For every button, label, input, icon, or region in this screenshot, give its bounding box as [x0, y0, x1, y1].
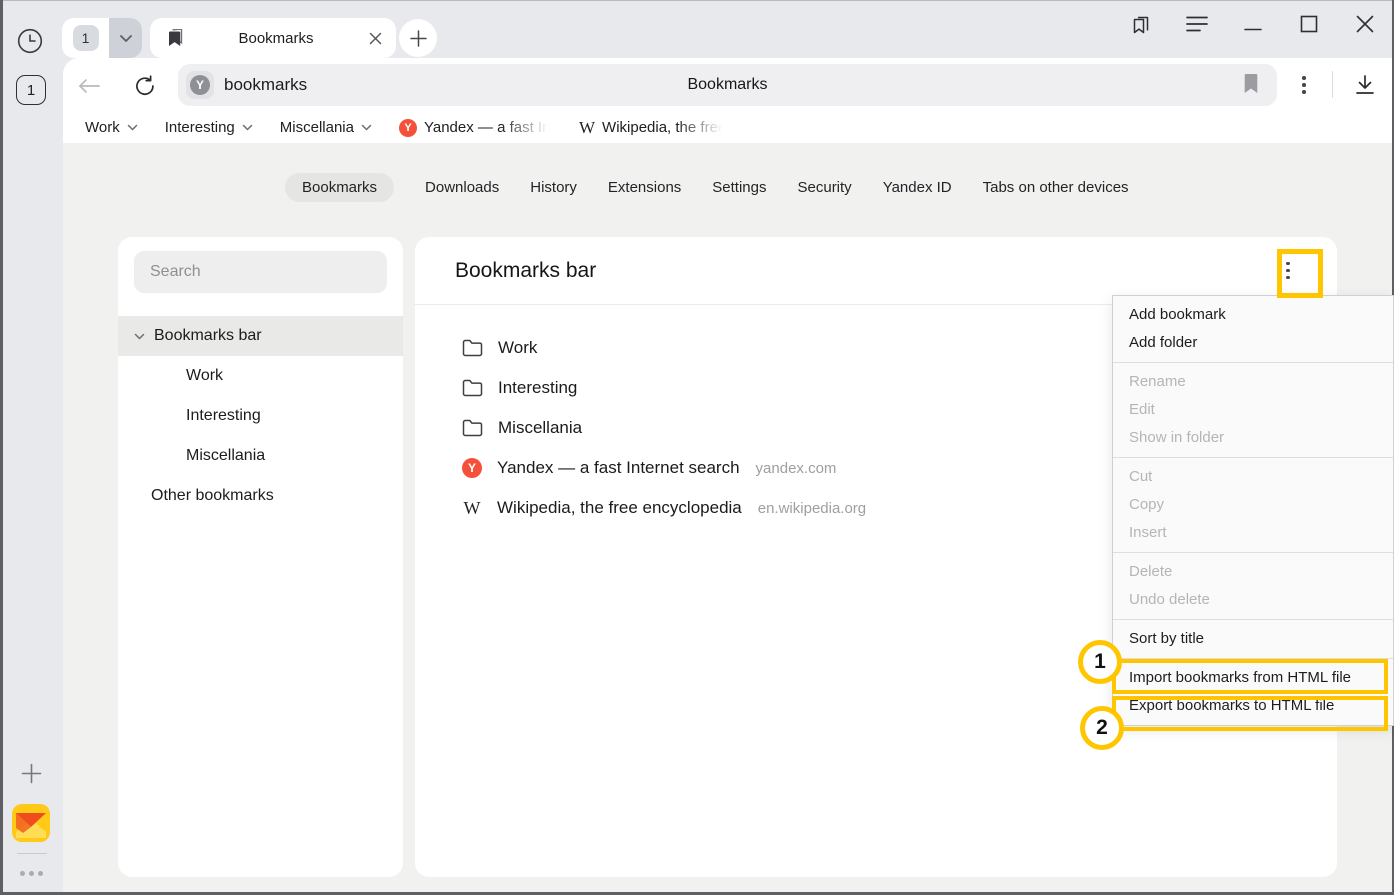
wikipedia-favicon: W [579, 118, 595, 138]
tab-bookmarks[interactable]: Bookmarks [285, 173, 394, 202]
bookmarks-stack-icon [1129, 12, 1153, 36]
bookmarks-bar-folder-work[interactable]: Work [85, 119, 138, 136]
tab-settings[interactable]: Settings [712, 179, 766, 196]
maximize-icon [1300, 15, 1318, 33]
close-window-button[interactable] [1352, 11, 1378, 37]
hamburger-menu-icon [1186, 15, 1208, 33]
tree-item-other-bookmarks[interactable]: Other bookmarks [118, 476, 403, 516]
toolbar-divider [1332, 71, 1333, 98]
tab-downloads[interactable]: Downloads [425, 179, 499, 196]
folders-sidebar: Bookmarks bar Work Interesting Miscellan… [118, 237, 403, 877]
downloads-button[interactable] [1351, 71, 1379, 99]
menu-item-copy: Copy [1113, 491, 1393, 519]
address-page-title: Bookmarks [178, 64, 1277, 106]
bookmark-url: yandex.com [756, 460, 837, 477]
yandex-favicon: Y [462, 458, 482, 478]
chevron-down-icon [119, 34, 133, 43]
history-clock-icon[interactable] [17, 28, 43, 54]
tree-item-interesting[interactable]: Interesting [118, 396, 403, 436]
maximize-button[interactable] [1296, 11, 1322, 37]
browser-window: 1 1 Bookmarks [0, 0, 1394, 895]
minimize-button[interactable] [1240, 11, 1266, 37]
highlight-box-export [1112, 696, 1388, 731]
menu-item-rename: Rename [1113, 368, 1393, 396]
close-icon [1356, 15, 1374, 33]
bookmark-favicon-icon [168, 29, 183, 47]
wikipedia-favicon: W [462, 498, 482, 519]
tree-item-work[interactable]: Work [118, 356, 403, 396]
folder-icon [462, 339, 483, 357]
reload-button[interactable] [131, 72, 159, 100]
callout-badge-1: 1 [1078, 640, 1122, 684]
menu-item-add-folder[interactable]: Add folder [1113, 329, 1393, 357]
folder-icon [462, 419, 483, 437]
highlight-box-kebab [1277, 249, 1323, 298]
rail-more-button[interactable] [20, 871, 43, 876]
bookmarks-bar-folder-interesting[interactable]: Interesting [165, 119, 253, 136]
rail-add-button[interactable] [21, 763, 42, 784]
close-tab-icon[interactable] [369, 32, 382, 45]
chevron-down-icon [361, 124, 372, 131]
tab-list-dropdown[interactable] [109, 18, 142, 58]
browser-chrome: Y bookmarks Bookmarks Work Interesting [63, 58, 1392, 143]
bookmarks-bar-link-yandex[interactable]: Y Yandex — a fast Int [399, 119, 552, 137]
tree-item-bookmarks-bar[interactable]: Bookmarks bar [118, 316, 403, 356]
tab-extensions[interactable]: Extensions [608, 179, 681, 196]
manager-nav-tabs: Bookmarks Downloads History Extensions S… [285, 171, 1129, 203]
tab-group-counter[interactable]: 1 [62, 18, 109, 58]
menu-item-sort-by-title[interactable]: Sort by title [1113, 625, 1393, 653]
download-icon [1354, 74, 1376, 96]
plus-icon [21, 763, 42, 784]
search-input[interactable] [134, 251, 387, 293]
chevron-down-icon [127, 124, 138, 131]
rail-divider [17, 853, 47, 854]
highlight-box-import [1112, 659, 1388, 694]
browser-tab-bookmarks[interactable]: Bookmarks [150, 18, 396, 58]
add-bookmark-flag-button[interactable] [1243, 73, 1259, 94]
sidebar-tab-count-button[interactable]: 1 [16, 75, 46, 105]
tab-security[interactable]: Security [798, 179, 852, 196]
back-button[interactable] [75, 72, 103, 100]
mail-envelope-icon [12, 804, 50, 842]
callout-badge-2: 2 [1080, 706, 1124, 750]
menu-item-edit: Edit [1113, 396, 1393, 424]
tab-history[interactable]: History [530, 179, 577, 196]
rail-tab-count: 1 [27, 82, 35, 99]
plus-icon [410, 30, 427, 47]
address-bar[interactable]: Y bookmarks Bookmarks [178, 64, 1277, 106]
tab-group-chip[interactable]: 1 [62, 18, 142, 58]
yandex-mail-app-button[interactable] [12, 804, 50, 842]
bookmarks-panel-button[interactable] [1128, 11, 1154, 37]
bookmarks-bar-link-wikipedia[interactable]: W Wikipedia, the free [579, 118, 726, 138]
menu-item-insert: Insert [1113, 519, 1393, 547]
yandex-favicon: Y [399, 119, 417, 137]
bookmark-flag-icon [1243, 73, 1259, 94]
menu-item-add-bookmark[interactable]: Add bookmark [1113, 301, 1393, 329]
tree-item-miscellania[interactable]: Miscellania [118, 436, 403, 476]
reload-icon [134, 75, 156, 97]
minimize-icon [1244, 15, 1262, 33]
bookmarks-bar: Work Interesting Miscellania Y Yandex — … [63, 112, 1392, 143]
menu-item-cut: Cut [1113, 463, 1393, 491]
menu-item-undo-delete: Undo delete [1113, 586, 1393, 614]
menu-item-delete: Delete [1113, 558, 1393, 586]
browser-menu-button[interactable] [1184, 11, 1210, 37]
tab-yandex-id[interactable]: Yandex ID [883, 179, 952, 196]
panel-title: Bookmarks bar [455, 259, 596, 283]
menu-item-show-in-folder: Show in folder [1113, 424, 1393, 452]
bookmarks-bar-folder-miscellania[interactable]: Miscellania [280, 119, 372, 136]
new-tab-button[interactable] [399, 19, 437, 57]
tab-title: Bookmarks [183, 30, 369, 47]
tab-other-devices[interactable]: Tabs on other devices [983, 179, 1129, 196]
back-arrow-icon [77, 78, 101, 94]
toolbar-more-button[interactable] [1290, 71, 1318, 99]
bookmark-url: en.wikipedia.org [758, 500, 866, 517]
folder-icon [462, 379, 483, 397]
chevron-down-icon [134, 333, 145, 340]
chevron-down-icon [242, 124, 253, 131]
